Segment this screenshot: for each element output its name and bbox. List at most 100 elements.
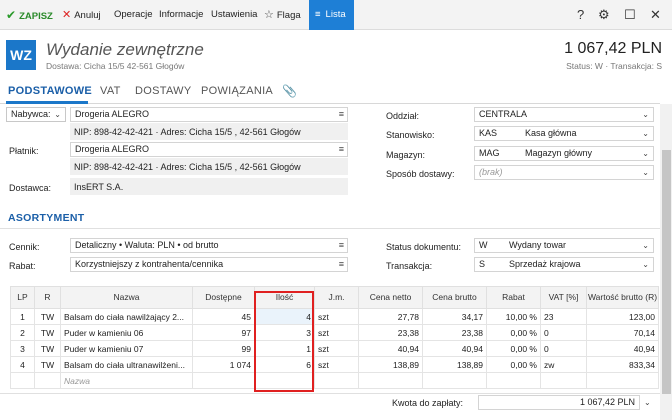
table-row[interactable]: 3 TW Puder w kamieniu 07 99 1 szt 40,94 … bbox=[10, 340, 659, 357]
cell-jm[interactable] bbox=[314, 372, 359, 389]
discount-field[interactable]: Korzystniejszy z kontrahenta/cennika ≡ bbox=[70, 257, 348, 272]
cell-jm[interactable]: szt bbox=[314, 356, 359, 373]
cell-ilosc[interactable]: 1 bbox=[254, 340, 315, 357]
cell-dostepne: 1 074 bbox=[192, 356, 255, 373]
docstatus-label: Status dokumentu: bbox=[386, 242, 462, 252]
cell-r: TW bbox=[34, 324, 61, 341]
operations-menu[interactable]: Operacje bbox=[114, 0, 153, 30]
cell-r: TW bbox=[34, 340, 61, 357]
col-wartosc-brutto[interactable]: Wartość brutto (R) bbox=[586, 286, 659, 309]
maximize-icon[interactable]: ☐ bbox=[624, 0, 636, 30]
gear-icon[interactable]: ⚙ bbox=[598, 0, 610, 30]
cell-cena-netto[interactable]: 27,78 bbox=[358, 308, 423, 325]
station-select[interactable]: KAS Kasa główna ⌄ bbox=[474, 126, 654, 141]
col-lp[interactable]: LP bbox=[10, 286, 35, 309]
cell-cena-brutto[interactable]: 23,38 bbox=[422, 324, 487, 341]
col-jm[interactable]: J.m. bbox=[314, 286, 359, 309]
cell-vat[interactable]: 0 bbox=[540, 340, 587, 357]
cell-vat[interactable] bbox=[540, 372, 587, 389]
new-row-name-input[interactable]: Nazwa bbox=[60, 372, 193, 389]
tab-powiazania[interactable]: POWIĄZANIA bbox=[201, 85, 273, 97]
cell-dostepne: 45 bbox=[192, 308, 255, 325]
cancel-button[interactable]: ✕ Anuluj bbox=[62, 0, 101, 30]
col-rabat[interactable]: Rabat bbox=[486, 286, 541, 309]
cell-ilosc[interactable]: 4 bbox=[254, 308, 315, 325]
footer-divider bbox=[0, 393, 660, 394]
cell-rabat[interactable]: 0,00 % bbox=[486, 356, 541, 373]
paperclip-icon[interactable]: 📎 bbox=[282, 84, 297, 98]
cell-wartosc-brutto[interactable]: 70,14 bbox=[586, 324, 659, 341]
cell-jm[interactable]: szt bbox=[314, 308, 359, 325]
cell-cena-netto[interactable]: 23,38 bbox=[358, 324, 423, 341]
cell-ilosc[interactable] bbox=[254, 372, 315, 389]
save-button[interactable]: ✔ ZAPISZ bbox=[6, 0, 53, 30]
info-menu[interactable]: Informacje bbox=[159, 0, 203, 30]
col-dostepne[interactable]: Dostępne bbox=[192, 286, 255, 309]
cell-vat[interactable]: 23 bbox=[540, 308, 587, 325]
cell-cena-netto[interactable]: 40,94 bbox=[358, 340, 423, 357]
menu-icon[interactable]: ≡ bbox=[339, 108, 344, 121]
cell-ilosc[interactable]: 3 bbox=[254, 324, 315, 341]
cell-nazwa[interactable]: Puder w kamieniu 06 bbox=[60, 324, 193, 341]
help-icon[interactable]: ? bbox=[577, 0, 584, 30]
col-nazwa[interactable]: Nazwa bbox=[60, 286, 193, 309]
buyer-type-select[interactable]: Nabywca: ⌄ bbox=[6, 107, 66, 122]
cell-nazwa[interactable]: Balsam do ciała nawilżający 2... bbox=[60, 308, 193, 325]
payer-field[interactable]: Drogeria ALEGRO ≡ bbox=[70, 142, 348, 157]
cell-cena-brutto[interactable]: 34,17 bbox=[422, 308, 487, 325]
delivery-select[interactable]: (brak) ⌄ bbox=[474, 165, 654, 180]
buyer-field[interactable]: Drogeria ALEGRO ≡ bbox=[70, 107, 348, 122]
cell-cena-brutto[interactable] bbox=[422, 372, 487, 389]
cell-cena-netto[interactable]: 138,89 bbox=[358, 356, 423, 373]
col-cena-brutto[interactable]: Cena brutto bbox=[422, 286, 487, 309]
col-ilosc[interactable]: Ilość bbox=[254, 286, 315, 309]
menu-icon[interactable]: ≡ bbox=[339, 239, 344, 252]
settings-menu[interactable]: Ustawienia bbox=[211, 0, 257, 30]
docstatus-select[interactable]: W Wydany towar ⌄ bbox=[474, 238, 654, 253]
pricelist-field[interactable]: Detaliczny • Waluta: PLN • od brutto ≡ bbox=[70, 238, 348, 253]
cell-cena-netto[interactable] bbox=[358, 372, 423, 389]
branch-select[interactable]: CENTRALA ⌄ bbox=[474, 107, 654, 122]
tab-vat[interactable]: VAT bbox=[100, 85, 121, 97]
new-row[interactable]: Nazwa bbox=[10, 372, 659, 389]
scrollbar-thumb[interactable] bbox=[662, 150, 671, 394]
menu-icon[interactable]: ≡ bbox=[339, 143, 344, 156]
flag-button[interactable]: ☆ Flaga bbox=[264, 0, 301, 30]
menu-icon[interactable]: ≡ bbox=[339, 258, 344, 271]
cell-nazwa[interactable]: Puder w kamieniu 07 bbox=[60, 340, 193, 357]
list-button[interactable]: ≡ Lista bbox=[309, 0, 354, 30]
warehouse-select[interactable]: MAG Magazyn główny ⌄ bbox=[474, 146, 654, 161]
cell-wartosc-brutto[interactable]: 833,34 bbox=[586, 356, 659, 373]
col-vat[interactable]: VAT [%] bbox=[540, 286, 587, 309]
cell-rabat[interactable]: 10,00 % bbox=[486, 308, 541, 325]
tab-dostawy[interactable]: DOSTAWY bbox=[135, 85, 192, 97]
col-cena-netto[interactable]: Cena netto bbox=[358, 286, 423, 309]
cell-cena-brutto[interactable]: 40,94 bbox=[422, 340, 487, 357]
cell-cena-brutto[interactable]: 138,89 bbox=[422, 356, 487, 373]
cell-wartosc-brutto[interactable] bbox=[586, 372, 659, 389]
warehouse-label: Magazyn: bbox=[386, 150, 426, 160]
cell-rabat[interactable] bbox=[486, 372, 541, 389]
col-r[interactable]: R bbox=[34, 286, 61, 309]
cell-ilosc[interactable]: 6 bbox=[254, 356, 315, 373]
delivery-label: Sposób dostawy: bbox=[386, 169, 455, 179]
cell-rabat[interactable]: 0,00 % bbox=[486, 324, 541, 341]
cell-rabat[interactable]: 0,00 % bbox=[486, 340, 541, 357]
table-row[interactable]: 2 TW Puder w kamieniu 06 97 3 szt 23,38 … bbox=[10, 324, 659, 341]
cell-wartosc-brutto[interactable]: 123,00 bbox=[586, 308, 659, 325]
chevron-down-icon[interactable]: ⌄ bbox=[644, 398, 651, 407]
tab-podstawowe[interactable]: PODSTAWOWE bbox=[8, 85, 92, 97]
table-row[interactable]: 4 TW Balsam do ciała ultranawilżeni... 1… bbox=[10, 356, 659, 373]
items-grid: LP R Nazwa Dostępne Ilość J.m. Cena nett… bbox=[10, 286, 659, 389]
cell-jm[interactable]: szt bbox=[314, 324, 359, 341]
table-row[interactable]: 1 TW Balsam do ciała nawilżający 2... 45… bbox=[10, 308, 659, 325]
close-window-icon[interactable]: ✕ bbox=[650, 0, 661, 30]
cell-nazwa[interactable]: Balsam do ciała ultranawilżeni... bbox=[60, 356, 193, 373]
cell-vat[interactable]: zw bbox=[540, 356, 587, 373]
chevron-down-icon: ⌄ bbox=[642, 110, 649, 119]
cell-jm[interactable]: szt bbox=[314, 340, 359, 357]
transaction-select[interactable]: S Sprzedaż krajowa ⌄ bbox=[474, 257, 654, 272]
cell-wartosc-brutto[interactable]: 40,94 bbox=[586, 340, 659, 357]
cell-vat[interactable]: 0 bbox=[540, 324, 587, 341]
delivery-address: Dostawa: Cicha 15/5 42-561 Głogów bbox=[46, 61, 185, 71]
